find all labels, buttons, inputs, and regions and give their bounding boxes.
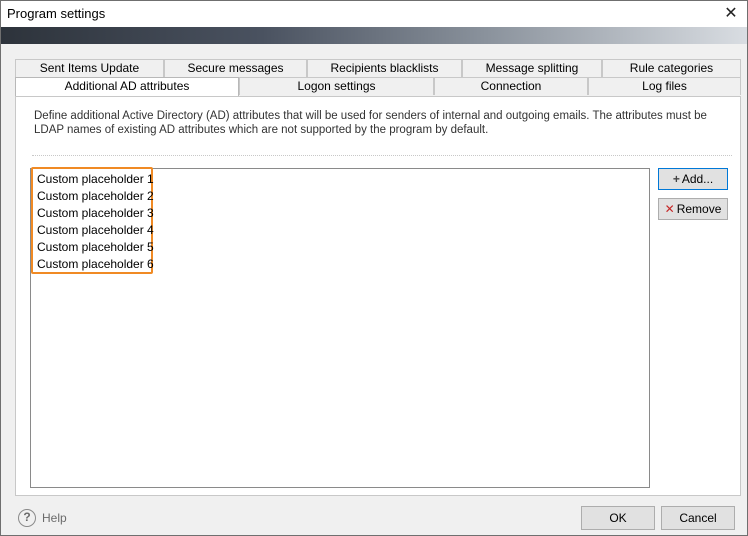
- additional-ad-attributes-panel: Define additional Active Directory (AD) …: [15, 96, 741, 496]
- title-bar: Program settings ✕: [1, 1, 747, 27]
- help-question-icon: ?: [18, 509, 36, 527]
- remove-x-icon: ✕: [664, 202, 675, 216]
- list-item[interactable]: Custom placeholder 1: [37, 171, 154, 188]
- program-settings-window: Program settings ✕ Sent Items Update Sec…: [0, 0, 748, 536]
- tab-sent-items-update[interactable]: Sent Items Update: [15, 59, 164, 77]
- window-title: Program settings: [7, 6, 106, 21]
- help-link[interactable]: ? Help: [18, 508, 67, 528]
- tab-logon-settings[interactable]: Logon settings: [239, 77, 434, 95]
- header-banner: [1, 27, 747, 44]
- list-item[interactable]: Custom placeholder 4: [37, 222, 154, 239]
- tab-log-files[interactable]: Log files: [588, 77, 741, 95]
- panel-description: Define additional Active Directory (AD) …: [34, 110, 707, 136]
- ok-button[interactable]: OK: [581, 506, 655, 530]
- plus-icon: +: [672, 172, 680, 186]
- attributes-listbox[interactable]: Custom placeholder 1 Custom placeholder …: [30, 167, 650, 488]
- remove-button-label: Remove: [676, 202, 722, 216]
- list-item[interactable]: Custom placeholder 3: [37, 205, 154, 222]
- close-icon[interactable]: ✕: [721, 4, 741, 24]
- help-label: Help: [42, 511, 67, 525]
- list-item[interactable]: Custom placeholder 6: [37, 256, 154, 273]
- tab-recipients-blacklists[interactable]: Recipients blacklists: [307, 59, 462, 77]
- add-button-label: Add...: [681, 172, 714, 186]
- tab-secure-messages[interactable]: Secure messages: [164, 59, 307, 77]
- tab-connection[interactable]: Connection: [434, 77, 588, 95]
- remove-button[interactable]: ✕ Remove: [658, 198, 728, 220]
- list-item[interactable]: Custom placeholder 2: [37, 188, 154, 205]
- add-button[interactable]: + Add...: [658, 168, 728, 190]
- tab-message-splitting[interactable]: Message splitting: [462, 59, 602, 77]
- tab-rule-categories[interactable]: Rule categories: [602, 59, 741, 77]
- list-item[interactable]: Custom placeholder 5: [37, 239, 154, 256]
- separator: [32, 155, 732, 156]
- tab-additional-ad-attributes[interactable]: Additional AD attributes: [15, 77, 239, 97]
- cancel-button[interactable]: Cancel: [661, 506, 735, 530]
